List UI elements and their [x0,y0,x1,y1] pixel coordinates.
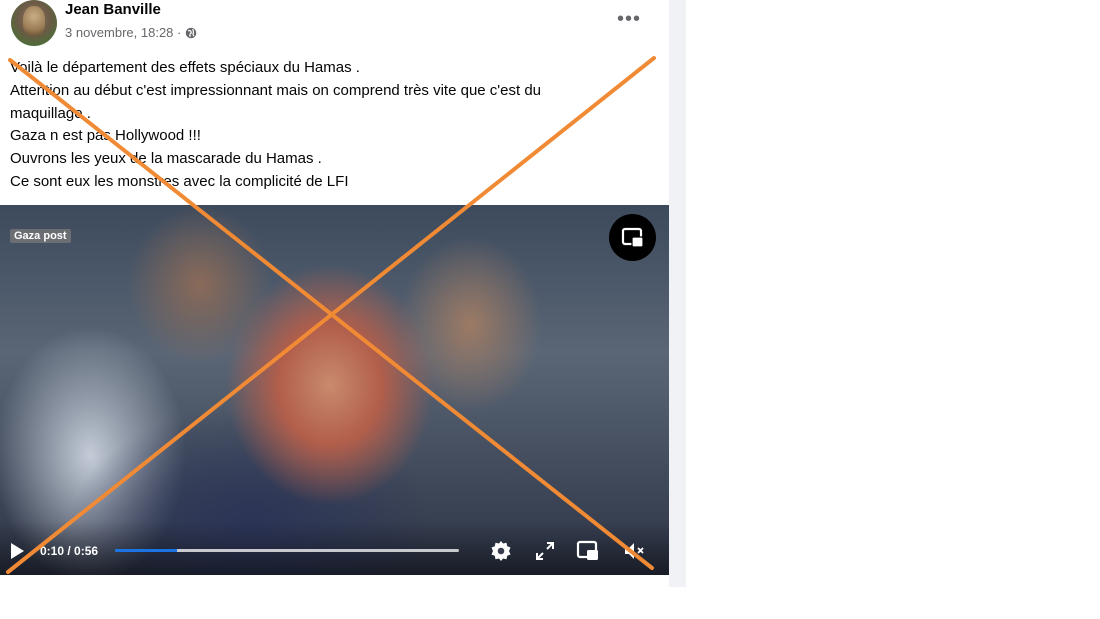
facebook-post: Jean Banville 3 novembre, 18:28 · ••• Vo… [0,0,669,587]
caption-line: Gaza n est pas Hollywood !!! [10,127,201,145]
video-progress-fill [115,549,177,552]
caption-line: maquillage . [10,104,91,122]
play-icon[interactable] [9,542,25,560]
feed-gutter [669,0,686,587]
miniplayer-icon[interactable] [576,539,600,563]
more-options-button[interactable]: ••• [612,4,646,34]
caption-line: Ce sont eux les monstres avec la complic… [10,172,349,190]
video-controls-bar [0,521,669,575]
fullscreen-icon[interactable] [533,539,557,563]
caption-line: Ouvrons les yeux de la mascarade du Hama… [10,150,322,168]
author-avatar[interactable] [11,0,57,46]
video-player[interactable]: Gaza post 0:10 / 0:56 [0,205,669,575]
author-name[interactable]: Jean Banville [65,1,161,18]
globe-icon [186,27,197,38]
avatar-dog-image [23,6,45,36]
mute-icon[interactable] [622,539,646,563]
post-caption: Voilà le département des effets spéciaux… [10,57,650,194]
video-time: 0:10 / 0:56 [40,544,99,558]
caption-line: Attention au début c'est impressionnant … [10,81,542,99]
caption-line: Voilà le département des effets spéciaux… [10,59,360,76]
post-date[interactable]: 3 novembre, 18:28 · [65,25,181,40]
picture-in-picture-icon [621,227,644,248]
picture-in-picture-button[interactable] [609,214,656,261]
video-watermark: Gaza post [10,229,71,243]
post-meta: 3 novembre, 18:28 · [65,25,197,40]
video-progress-bar[interactable] [115,549,459,552]
settings-icon[interactable] [489,539,513,563]
